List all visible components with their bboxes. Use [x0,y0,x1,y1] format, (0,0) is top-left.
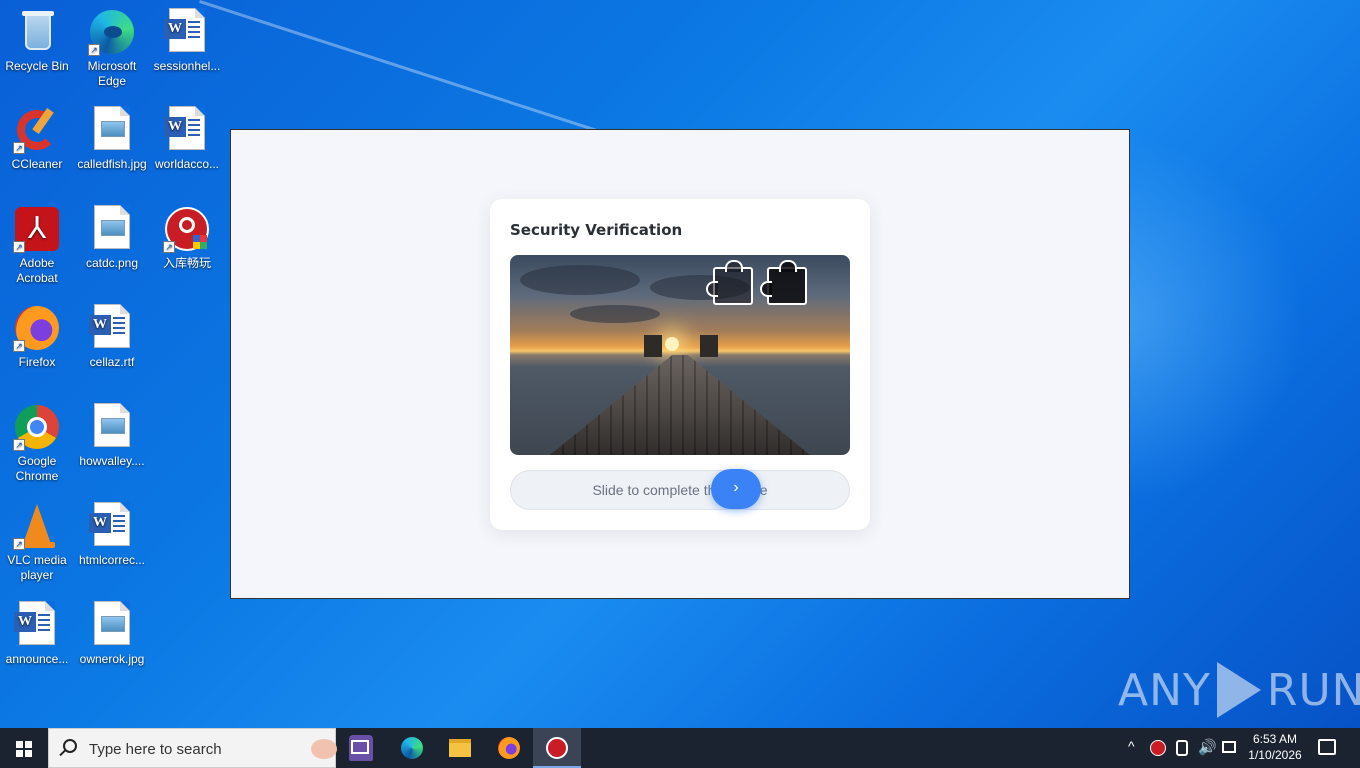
image-file-icon [88,106,136,154]
taskbar-search-box[interactable]: Type here to search [48,728,373,768]
desktop-icon-microsoft-edge[interactable]: ↗ Microsoft Edge [75,8,149,89]
windows-logo-icon [16,741,32,757]
taskbar-file-explorer[interactable] [436,728,484,768]
search-icon [63,739,77,753]
image-file-icon [88,601,136,649]
puzzle-slider-track[interactable]: Slide to complete the puzzle › [510,469,850,510]
desktop-icon-howvalley[interactable]: howvalley.... [75,403,149,469]
notification-center-icon[interactable] [1318,739,1336,755]
tray-device-icon[interactable] [1176,740,1188,756]
puzzle-piece[interactable] [760,260,807,305]
image-file-icon [88,205,136,253]
browser-content-window: Security Verification Slide to complete … [230,129,1130,599]
verification-title: Security Verification [510,221,683,239]
tray-volume-icon[interactable]: 🔊 [1198,738,1217,756]
ccleaner-icon: ↗ [13,106,61,154]
desktop-icon-adobe-acrobat[interactable]: ⅄ ↗ Adobe Acrobat [0,205,74,286]
task-view-button[interactable] [336,728,384,768]
puzzle-slot [706,260,753,305]
desktop-icon-steam-app[interactable]: ↗ 入库畅玩 [150,205,224,271]
taskbar-edge[interactable] [388,728,436,768]
firefox-icon [498,737,520,759]
desktop-icon-firefox[interactable]: ↗ Firefox [0,304,74,370]
tray-chevron-up-icon[interactable]: ^ [1128,738,1135,754]
edge-icon [401,737,423,759]
desktop-icon-calledfish[interactable]: calledfish.jpg [75,106,149,172]
edge-icon: ↗ [88,8,136,56]
puzzle-image [510,255,850,455]
desktop-icon-sessionhel[interactable]: W sessionhel... [150,8,224,74]
recycle-bin-icon [13,8,61,56]
word-doc-icon: W [88,304,136,352]
desktop-icon-catdc[interactable]: catdc.png [75,205,149,271]
slider-instruction: Slide to complete the puzzle [592,482,768,498]
desktop-icon-ccleaner[interactable]: ↗ CCleaner [0,106,74,172]
anyrun-watermark: ANY RUN [1118,660,1360,720]
taskbar-clock[interactable]: 6:53 AM 1/10/2026 [1242,731,1308,763]
firefox-icon: ↗ [13,304,61,352]
chrome-icon: ↗ [13,403,61,451]
desktop-icon-ownerok[interactable]: ownerok.jpg [75,601,149,667]
image-file-icon [88,403,136,451]
taskbar: Type here to search ^ 🔊 6:53 AM 1/10/202… [0,728,1360,768]
desktop-icon-htmlcorrec[interactable]: W htmlcorrec... [75,502,149,568]
slider-handle[interactable]: › [711,469,761,509]
verification-card: Security Verification Slide to complete … [490,199,870,530]
taskbar-steam[interactable] [533,728,581,768]
desktop-icon-worldacco[interactable]: W worldacco... [150,106,224,172]
tray-steam-icon[interactable] [1150,740,1166,756]
taskbar-firefox[interactable] [485,728,533,768]
play-logo-icon [1216,662,1261,718]
acrobat-icon: ⅄ ↗ [13,205,61,253]
steam-icon [546,737,568,759]
desktop-icon-vlc[interactable]: ↗ VLC media player [0,502,74,583]
sun [665,337,679,351]
desktop-icon-announce[interactable]: W announce... [0,601,74,667]
vlc-icon: ↗ [13,502,61,550]
desktop-icon-google-chrome[interactable]: ↗ Google Chrome [0,403,74,484]
task-view-icon [351,740,369,754]
file-explorer-icon [449,739,471,757]
word-doc-icon: W [163,106,211,154]
word-doc-icon: W [163,8,211,56]
start-button[interactable] [0,728,48,768]
desktop-icon-recycle-bin[interactable]: Recycle Bin [0,8,74,74]
tray-network-icon[interactable] [1222,741,1236,753]
word-doc-icon: W [13,601,61,649]
word-doc-icon: W [88,502,136,550]
steam-app-icon: ↗ [163,205,211,253]
desktop-icon-cellaz[interactable]: W cellaz.rtf [75,304,149,370]
